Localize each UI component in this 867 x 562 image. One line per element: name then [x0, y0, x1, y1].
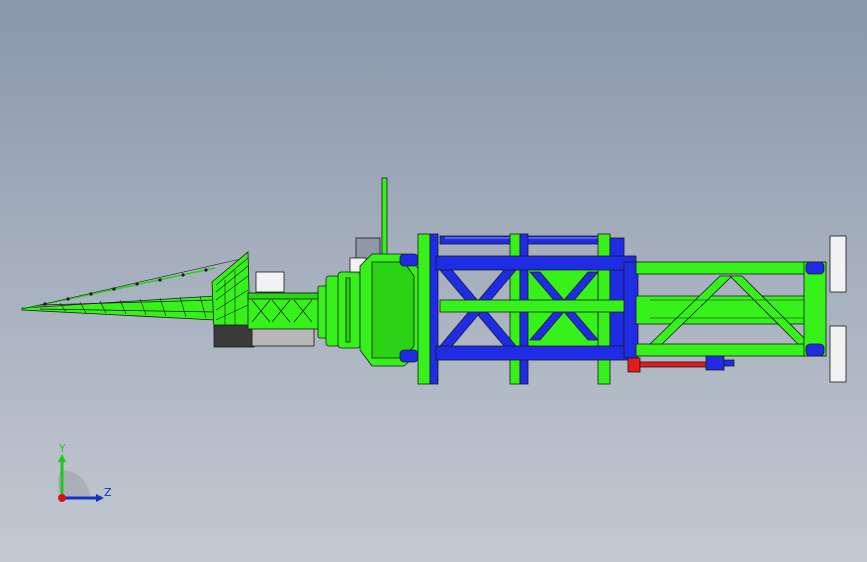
axis-triad: Y Z: [48, 440, 118, 510]
hydraulic-cylinder[interactable]: [627, 355, 735, 373]
slewing-ring[interactable]: [317, 271, 361, 349]
z-axis-label: Z: [104, 486, 112, 499]
y-axis-arrowhead: [58, 454, 66, 462]
end-pads[interactable]: [829, 235, 847, 383]
boom-lattice[interactable]: [21, 257, 246, 321]
turret-housing[interactable]: [359, 253, 421, 367]
rear-truss[interactable]: [635, 261, 827, 357]
z-axis-arrowhead: [96, 494, 104, 502]
main-frame[interactable]: [417, 233, 639, 385]
truss-segment-short[interactable]: [247, 292, 321, 330]
cad-viewport[interactable]: Y Z: [0, 0, 867, 562]
axis-origin: [58, 494, 66, 502]
y-axis-label: Y: [59, 442, 66, 455]
crane-assembly-model[interactable]: [0, 0, 867, 562]
